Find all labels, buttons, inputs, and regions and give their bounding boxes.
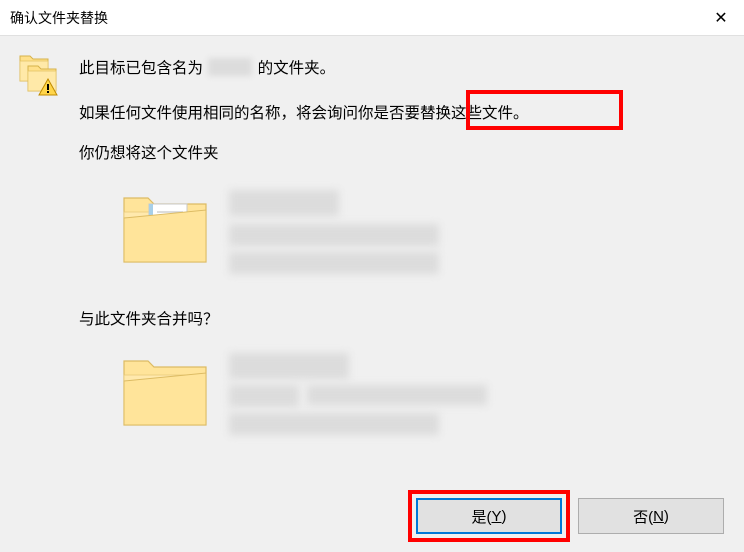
dialog-button-row: 是(Y) 否(N) bbox=[416, 498, 724, 534]
merge-question: 与此文件夹合并吗？ bbox=[79, 311, 720, 330]
redacted-source-meta-1 bbox=[229, 224, 439, 246]
dialog-title: 确认文件夹替换 bbox=[10, 8, 108, 28]
dest-folder-details bbox=[229, 353, 487, 435]
no-button-key: N bbox=[653, 508, 664, 525]
yes-button-wrap: 是(Y) bbox=[416, 498, 562, 534]
yes-button-label-b: ) bbox=[502, 508, 507, 525]
titlebar: 确认文件夹替换 ✕ bbox=[0, 0, 744, 36]
source-folder-section bbox=[119, 184, 720, 279]
source-folder-details bbox=[229, 190, 439, 274]
message-line-3: 你仍想将这个文件夹 bbox=[79, 145, 720, 164]
redacted-dest-name bbox=[229, 353, 349, 379]
no-button[interactable]: 否(N) bbox=[578, 498, 724, 534]
confirm-folder-replace-dialog: 确认文件夹替换 ✕ bbox=[0, 0, 744, 552]
close-icon[interactable]: ✕ bbox=[698, 0, 744, 36]
message-block: 此目标已包含名为 的文件夹。 如果任何文件使用相同的名称，将会询问你是否要替换这… bbox=[79, 58, 720, 442]
no-button-label-b: ) bbox=[664, 508, 669, 525]
yes-button[interactable]: 是(Y) bbox=[416, 498, 562, 534]
dest-folder-section bbox=[119, 347, 720, 442]
redacted-dest-meta-2 bbox=[229, 413, 439, 435]
msg-line1-part-b: 的文件夹。 bbox=[258, 60, 336, 77]
yes-button-label-a: 是( bbox=[471, 506, 491, 527]
no-button-label-a: 否( bbox=[633, 506, 653, 527]
dialog-content: 此目标已包含名为 的文件夹。 如果任何文件使用相同的名称，将会询问你是否要替换这… bbox=[14, 50, 730, 552]
yes-button-key: Y bbox=[491, 508, 501, 525]
dest-folder-icon bbox=[119, 347, 214, 437]
redacted-source-meta-2 bbox=[229, 252, 439, 274]
redacted-dest-meta-1b bbox=[307, 385, 487, 405]
source-folder-icon bbox=[119, 184, 214, 274]
redacted-folder-name bbox=[208, 58, 252, 76]
message-line-1: 此目标已包含名为 的文件夹。 bbox=[79, 58, 720, 79]
redacted-source-name bbox=[229, 190, 339, 216]
no-button-wrap: 否(N) bbox=[578, 498, 724, 534]
overlapping-folders-warning-icon bbox=[14, 50, 62, 98]
msg-line1-part-a: 此目标已包含名为 bbox=[79, 60, 203, 77]
message-line-2: 如果任何文件使用相同的名称，将会询问你是否要替换这些文件。 bbox=[79, 105, 720, 124]
redacted-dest-meta-1a bbox=[229, 385, 299, 407]
